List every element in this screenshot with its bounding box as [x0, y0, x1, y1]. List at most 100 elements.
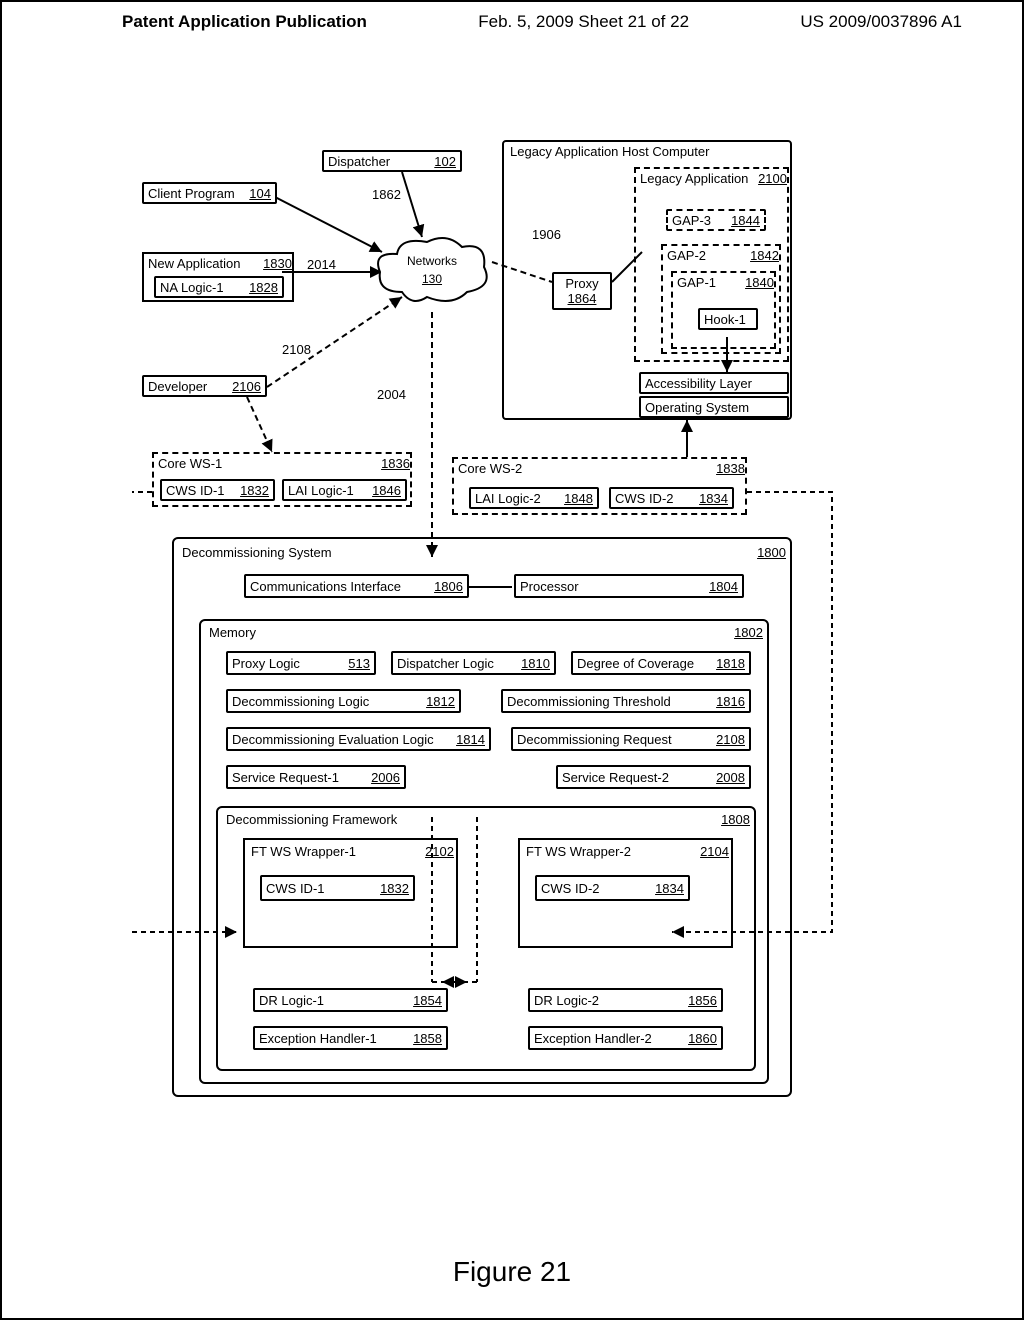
ft-wrap2-box: FT WS Wrapper-2 2104 CWS ID-2 1834	[518, 838, 733, 948]
dispatcher-ref: 102	[434, 154, 456, 169]
n2014: 2014	[307, 257, 336, 272]
memory-ref: 1802	[734, 625, 763, 640]
core-ws2-box: Core WS-2 1838 LAI Logic-2 1848 CWS ID-2…	[452, 457, 747, 515]
ft-wrap1-label: FT WS Wrapper-1	[251, 844, 425, 859]
comm-if-label: Communications Interface	[250, 579, 428, 594]
ft-wrap2-label: FT WS Wrapper-2	[526, 844, 700, 859]
decom-eval-box: Decommissioning Evaluation Logic 1814	[226, 727, 491, 751]
decom-eval-ref: 1814	[456, 732, 485, 747]
lai-logic2-box: LAI Logic-2 1848	[469, 487, 599, 509]
header-left: Patent Application Publication	[122, 12, 367, 32]
diagram: Dispatcher 102 1862 Client Program 104 N…	[132, 132, 902, 1212]
decom-fw-ref: 1808	[721, 812, 750, 827]
hook1-box: Hook-1	[698, 308, 758, 330]
core-ws2-ref: 1838	[716, 461, 745, 476]
cws-id2-ref: 1834	[699, 491, 728, 506]
decom-thresh-box: Decommissioning Threshold 1816	[501, 689, 751, 713]
decom-thresh-ref: 1816	[716, 694, 745, 709]
legacy-host-label: Legacy Application Host Computer	[510, 144, 709, 159]
decom-eval-label: Decommissioning Evaluation Logic	[232, 732, 450, 747]
cws-id2b-label: CWS ID-2	[541, 881, 649, 896]
lai-logic1-ref: 1846	[372, 483, 401, 498]
svc-req1-label: Service Request-1	[232, 770, 365, 785]
gap3-label: GAP-3	[672, 213, 725, 228]
dr-logic1-box: DR Logic-1 1854	[253, 988, 448, 1012]
comm-if-ref: 1806	[434, 579, 463, 594]
na-logic-ref: 1828	[249, 280, 278, 295]
ft-wrap1-box: FT WS Wrapper-1 2102 CWS ID-1 1832	[243, 838, 458, 948]
decom-req-ref: 2108	[716, 732, 745, 747]
decom-system-ref: 1800	[757, 545, 786, 560]
decom-logic-box: Decommissioning Logic 1812	[226, 689, 461, 713]
cws-id2b-box: CWS ID-2 1834	[535, 875, 690, 901]
page: Patent Application Publication Feb. 5, 2…	[0, 0, 1024, 1320]
new-application-ref: 1830	[263, 256, 292, 271]
new-application-label: New Application	[148, 256, 263, 271]
dispatcher-box: Dispatcher 102	[322, 150, 462, 172]
figure-caption: Figure 21	[2, 1256, 1022, 1288]
decom-system-box: Decommissioning System 1800 Communicatio…	[172, 537, 792, 1097]
gap3-box: GAP-3 1844	[666, 209, 766, 231]
comm-if-box: Communications Interface 1806	[244, 574, 469, 598]
exc-h1-label: Exception Handler-1	[259, 1031, 407, 1046]
client-program-label: Client Program	[148, 186, 243, 201]
core-ws1-box: Core WS-1 1836 CWS ID-1 1832 LAI Logic-1…	[152, 452, 412, 507]
cws-id1b-label: CWS ID-1	[266, 881, 374, 896]
cws-id2-label: CWS ID-2	[615, 491, 693, 506]
decom-thresh-label: Decommissioning Threshold	[507, 694, 710, 709]
dr-logic2-ref: 1856	[688, 993, 717, 1008]
lai-logic1-label: LAI Logic-1	[288, 483, 366, 498]
proxy-logic-label: Proxy Logic	[232, 656, 342, 671]
na-logic-label: NA Logic-1	[160, 280, 243, 295]
dr-logic1-label: DR Logic-1	[259, 993, 407, 1008]
dispatcher-logic-label: Dispatcher Logic	[397, 656, 515, 671]
dr-logic2-label: DR Logic-2	[534, 993, 682, 1008]
svc-req2-box: Service Request-2 2008	[556, 765, 751, 789]
exc-h2-box: Exception Handler-2 1860	[528, 1026, 723, 1050]
decom-fw-box: Decommissioning Framework 1808 FT WS Wra…	[216, 806, 756, 1071]
hook1-label: Hook-1	[704, 312, 752, 327]
processor-ref: 1804	[709, 579, 738, 594]
gap1-group: GAP-1 1840 Hook-1	[671, 271, 776, 349]
ft-wrap1-ref: 2102	[425, 844, 454, 859]
networks-label: Networks	[372, 254, 492, 268]
gap3-ref: 1844	[731, 213, 760, 228]
svc-req1-box: Service Request-1 2006	[226, 765, 406, 789]
header: Patent Application Publication Feb. 5, 2…	[2, 2, 1022, 42]
new-application-box: New Application 1830 NA Logic-1 1828	[142, 252, 294, 302]
degree-cov-box: Degree of Coverage 1818	[571, 651, 751, 675]
lai-logic2-label: LAI Logic-2	[475, 491, 558, 506]
dispatcher-label: Dispatcher	[328, 154, 428, 169]
decom-req-box: Decommissioning Request 2108	[511, 727, 751, 751]
networks-cloud: Networks 130	[372, 232, 492, 312]
cws-id1b-ref: 1832	[380, 881, 409, 896]
developer-label: Developer	[148, 379, 226, 394]
n2004: 2004	[377, 387, 406, 402]
decom-logic-ref: 1812	[426, 694, 455, 709]
exc-h1-box: Exception Handler-1 1858	[253, 1026, 448, 1050]
dr-logic2-box: DR Logic-2 1856	[528, 988, 723, 1012]
svc-req2-label: Service Request-2	[562, 770, 710, 785]
proxy-logic-ref: 513	[348, 656, 370, 671]
access-layer-box: Accessibility Layer	[639, 372, 789, 394]
memory-box: Memory 1802 Proxy Logic 513 Dispatcher L…	[199, 619, 769, 1084]
networks-ref: 130	[372, 272, 492, 286]
proxy-logic-box: Proxy Logic 513	[226, 651, 376, 675]
dispatcher-logic-ref: 1810	[521, 656, 550, 671]
core-ws2-label: Core WS-2	[458, 461, 716, 476]
exc-h2-ref: 1860	[688, 1031, 717, 1046]
header-mid: Feb. 5, 2009 Sheet 21 of 22	[478, 12, 689, 32]
degree-cov-label: Degree of Coverage	[577, 656, 710, 671]
lai-logic1-box: LAI Logic-1 1846	[282, 479, 407, 501]
os-label: Operating System	[645, 400, 783, 415]
decom-req-label: Decommissioning Request	[517, 732, 710, 747]
developer-ref: 2106	[232, 379, 261, 394]
processor-box: Processor 1804	[514, 574, 744, 598]
core-ws1-label: Core WS-1	[158, 456, 381, 471]
core-ws1-ref: 1836	[381, 456, 410, 471]
cws-id2-box: CWS ID-2 1834	[609, 487, 734, 509]
gap2-group: GAP-2 1842 GAP-1 1840 Hook-1	[661, 244, 781, 354]
legacy-app-ref: 2100	[758, 171, 787, 186]
os-box: Operating System	[639, 396, 789, 418]
gap1-ref: 1840	[745, 275, 774, 290]
